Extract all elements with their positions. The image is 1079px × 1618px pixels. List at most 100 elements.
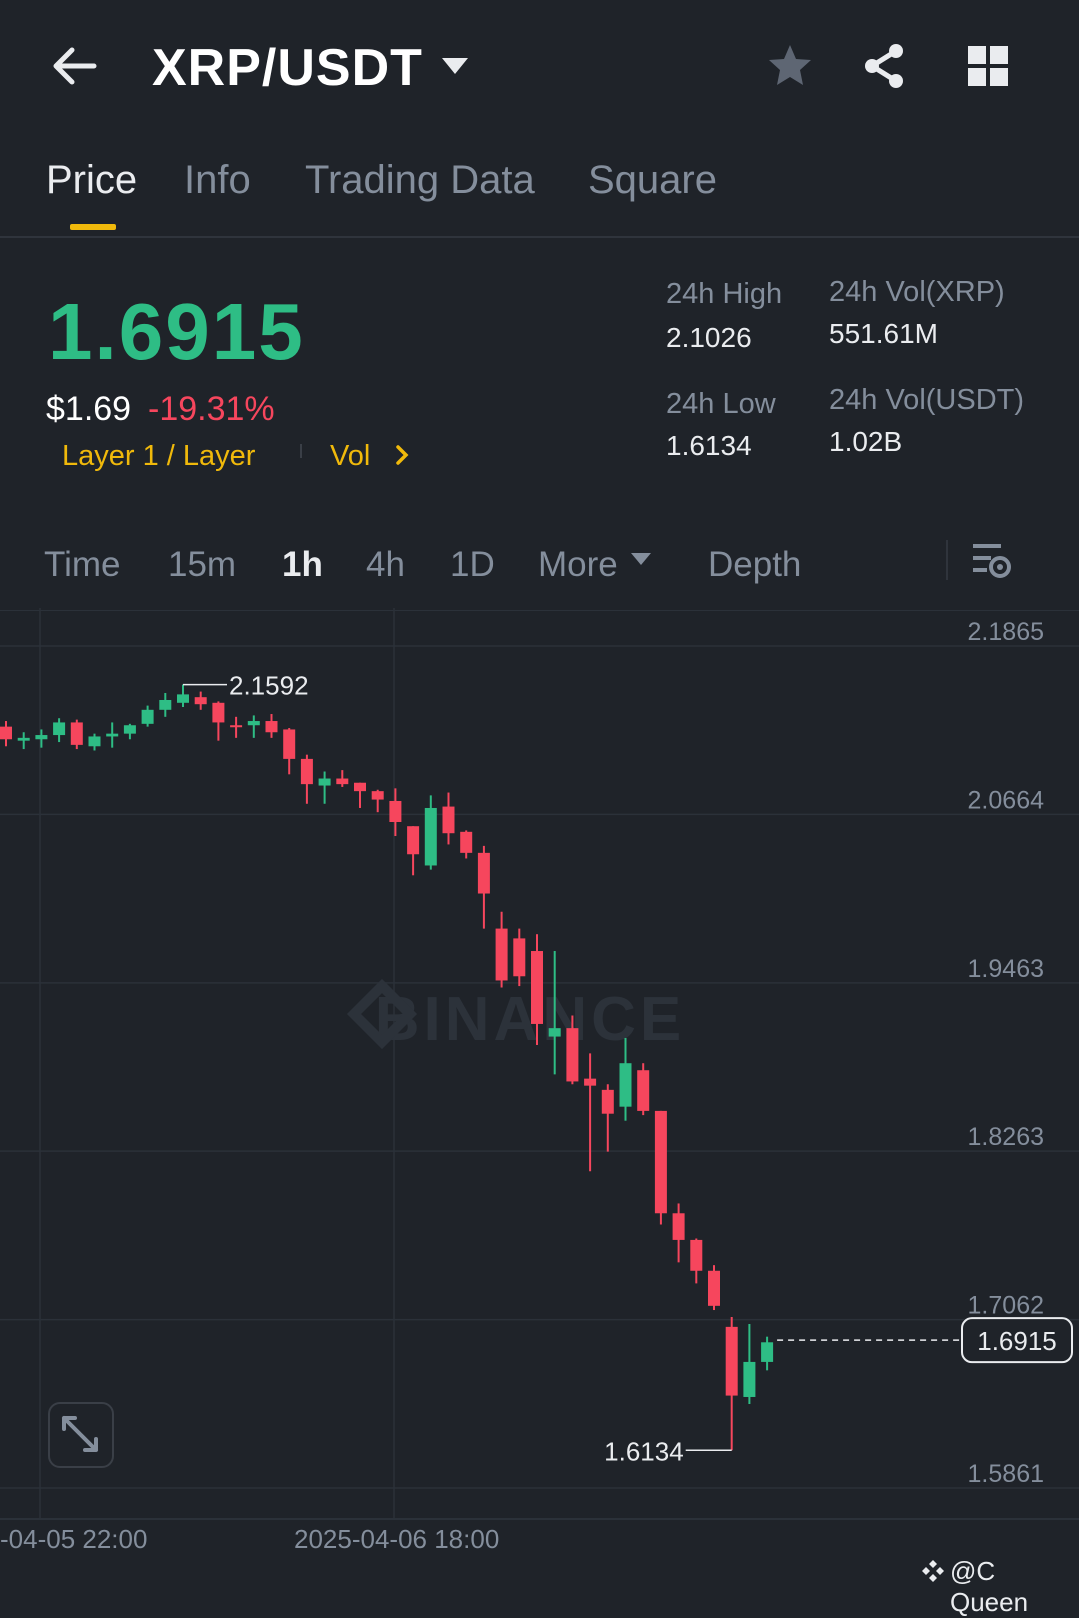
candle-body xyxy=(247,721,260,726)
interval-divider xyxy=(946,540,948,580)
vol-tag[interactable]: Vol xyxy=(330,440,370,473)
candle-body xyxy=(70,722,83,745)
time-axis-line xyxy=(0,1518,1079,1520)
vol-base-label: 24h Vol(XRP) xyxy=(829,276,1005,308)
candle-body xyxy=(708,1270,720,1306)
pair-title[interactable]: XRP/USDT xyxy=(152,38,423,98)
expand-icon xyxy=(62,1416,98,1452)
binance-logo-icon xyxy=(922,1560,944,1582)
chart-settings-icon[interactable] xyxy=(970,540,1012,580)
high-marker-label: 2.1592 xyxy=(229,671,309,701)
candle-body xyxy=(159,699,172,710)
high-label: 24h High xyxy=(666,278,783,310)
price-axis-label: 2.0664 xyxy=(968,786,1045,814)
price-axis-label: 1.7062 xyxy=(968,1292,1044,1320)
candle-body xyxy=(725,1326,738,1396)
high-value: 2.1026 xyxy=(666,322,752,353)
active-tab-indicator xyxy=(70,224,116,230)
current-price-label: 1.6915 xyxy=(977,1326,1057,1356)
candle-body xyxy=(0,726,12,740)
chevron-right-icon[interactable] xyxy=(394,444,410,466)
candle-body xyxy=(654,1110,667,1214)
more-caret-icon[interactable] xyxy=(630,552,652,566)
interval-time[interactable]: Time xyxy=(44,545,120,585)
candle-body xyxy=(407,826,420,855)
candle-body xyxy=(371,791,384,800)
candle-body xyxy=(460,831,473,853)
share-icon[interactable] xyxy=(860,42,908,90)
candle-body xyxy=(177,694,189,703)
candle-body xyxy=(265,721,278,733)
candle-body xyxy=(106,733,119,737)
low-label: 24h Low xyxy=(666,388,776,420)
fiat-price: $1.69 xyxy=(46,390,132,428)
candle-body xyxy=(584,1078,597,1086)
price-axis-label: 1.5861 xyxy=(968,1460,1044,1488)
candle-body xyxy=(123,725,136,734)
candle-body xyxy=(637,1070,650,1111)
interval-15m[interactable]: 15m xyxy=(168,545,236,585)
candle-body xyxy=(601,1089,614,1114)
tab-price[interactable]: Price xyxy=(46,158,137,203)
interval-more[interactable]: More xyxy=(538,545,618,585)
price-change-percent: -19.31% xyxy=(148,390,275,428)
dropdown-caret-icon[interactable] xyxy=(440,56,470,76)
candle-body xyxy=(531,951,543,1024)
price-axis-label: 1.8263 xyxy=(968,1123,1044,1151)
candle-body xyxy=(690,1239,703,1271)
candle-body xyxy=(141,709,154,724)
candle-body xyxy=(566,1028,579,1082)
candle-body xyxy=(35,735,48,740)
candle-body xyxy=(761,1342,774,1362)
time-tick-label: -04-05 22:00 xyxy=(0,1524,148,1554)
candle-body xyxy=(230,725,243,728)
candle-body xyxy=(424,807,437,866)
interval-1h[interactable]: 1h xyxy=(282,545,323,585)
top-bar: XRP/USDT xyxy=(0,0,1079,140)
candle-body xyxy=(672,1213,685,1240)
candle-body xyxy=(477,852,490,894)
tab-bar xyxy=(0,140,1079,238)
vol-quote-label: 24h Vol(USDT) xyxy=(829,384,1025,416)
tab-info[interactable]: Info xyxy=(184,158,251,203)
interval-depth[interactable]: Depth xyxy=(708,545,801,585)
price-axis-label: 1.9463 xyxy=(968,955,1044,983)
time-tick-label: 2025-04-06 18:00 xyxy=(294,1524,500,1554)
tab-trading-data[interactable]: Trading Data xyxy=(305,158,535,203)
vol-quote-value: 1.02B xyxy=(829,426,903,457)
low-value: 1.6134 xyxy=(666,430,752,461)
candle-body xyxy=(548,1028,561,1037)
candle-body xyxy=(53,722,66,736)
creator-watermark: @C Queen xyxy=(950,1556,1029,1617)
low-marker-label: 1.6134 xyxy=(604,1436,684,1466)
candle-body xyxy=(743,1361,756,1397)
tab-square[interactable]: Square xyxy=(588,158,717,203)
candle-body xyxy=(283,729,296,759)
tag-divider xyxy=(300,444,302,458)
candle-body xyxy=(389,800,402,823)
category-tag[interactable]: Layer 1 / Layer xyxy=(62,440,255,473)
candle-body xyxy=(619,1063,632,1107)
candle-body xyxy=(300,758,313,785)
grid-menu-icon[interactable] xyxy=(966,44,1010,88)
candle-body xyxy=(336,778,349,785)
star-icon[interactable] xyxy=(766,42,814,90)
back-arrow-icon[interactable] xyxy=(48,38,104,94)
price-axis-label: 2.1865 xyxy=(968,618,1044,646)
candle-body xyxy=(17,737,30,741)
candle-body xyxy=(88,736,101,747)
candlestick-chart[interactable]: 2.1865 2.0664 1.9463 1.8263 1.7062 1.5861 BINA… xyxy=(0,608,1079,1518)
interval-4h[interactable]: 4h xyxy=(366,545,405,585)
candle-body xyxy=(194,697,207,705)
candle-body xyxy=(495,928,508,981)
candle-body xyxy=(442,806,455,834)
fullscreen-button[interactable] xyxy=(48,1402,114,1468)
candle-body xyxy=(513,938,526,977)
candle-body xyxy=(318,778,331,786)
vol-base-value: 551.61M xyxy=(829,318,938,349)
interval-1d[interactable]: 1D xyxy=(450,545,495,585)
chart-watermark: BINANCE xyxy=(375,985,685,1054)
candle-body xyxy=(354,782,366,792)
last-price: 1.6915 xyxy=(48,287,305,376)
candle-body xyxy=(212,702,225,723)
